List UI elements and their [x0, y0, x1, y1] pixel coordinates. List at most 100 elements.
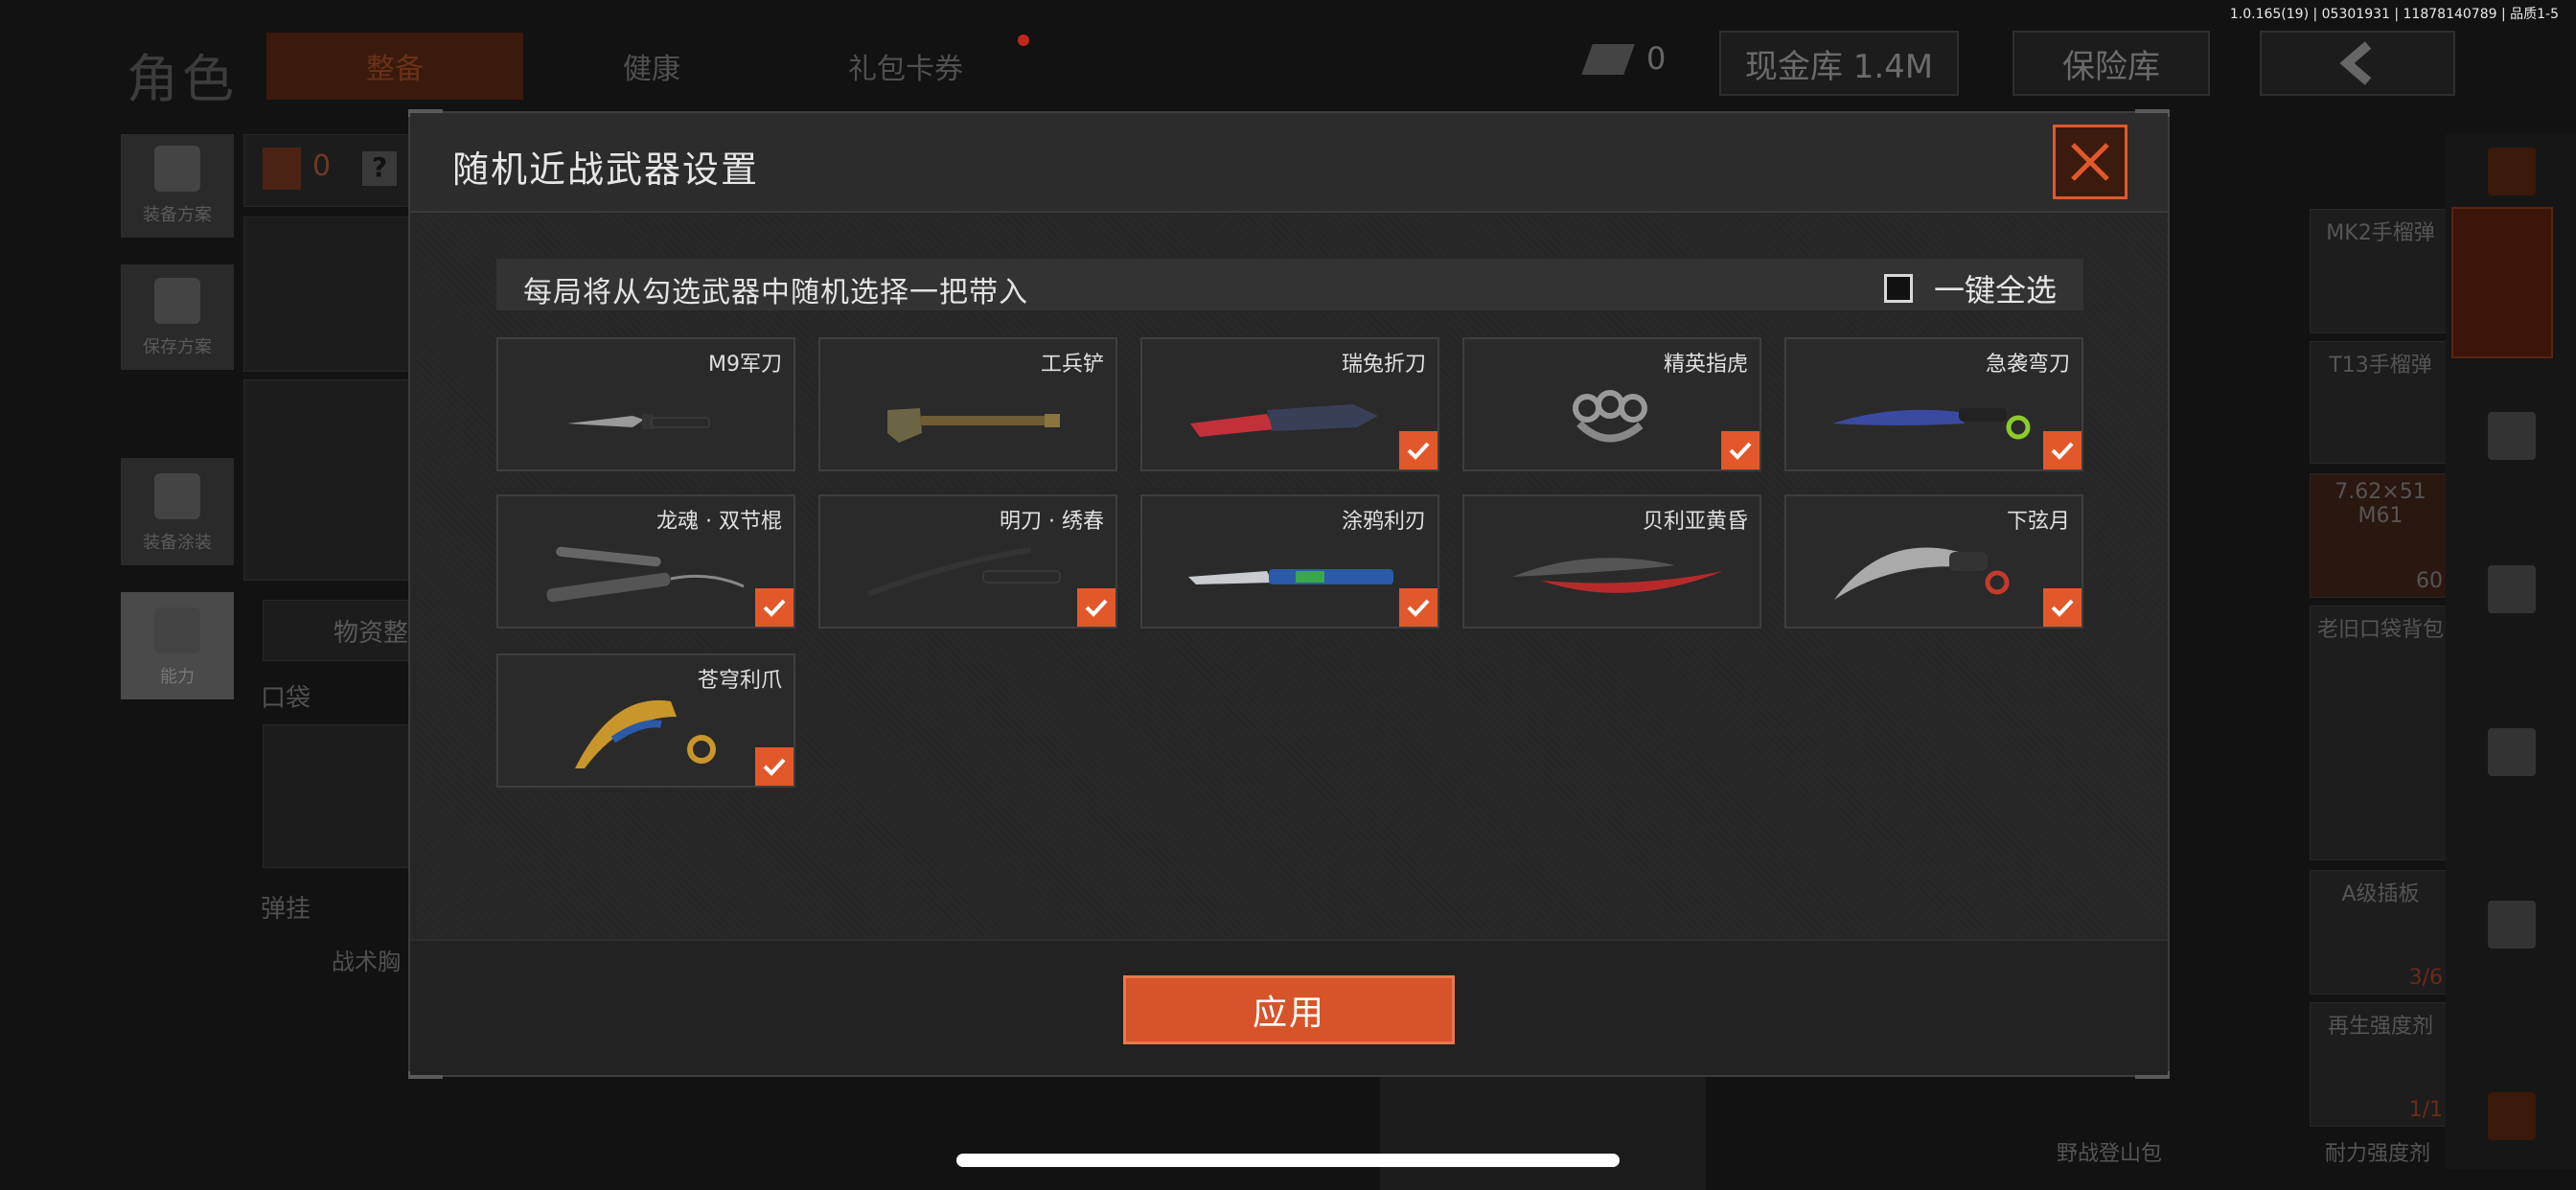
checkmark-icon	[2051, 442, 2074, 460]
weapon-checkbox[interactable]	[1077, 588, 1116, 627]
sling-label: 弹挂	[261, 895, 311, 924]
item-mk2-grenade[interactable]: MK2手榴弹	[2310, 209, 2451, 333]
weapon-checkbox[interactable]	[2043, 588, 2082, 627]
sword-icon	[866, 547, 1061, 597]
checkbox-icon	[1883, 274, 1913, 303]
weapon-checkbox[interactable]	[755, 747, 794, 786]
tactical-label: 战术胸	[332, 949, 401, 975]
tab-gift-cards[interactable]: 礼包卡券	[786, 33, 1025, 100]
ammo-rail-icon[interactable]	[2488, 728, 2536, 776]
select-all-checkbox[interactable]: 一键全选	[1883, 266, 2057, 310]
weapon-card-rabbit-knife[interactable]: 瑞兔折刀	[1140, 337, 1439, 471]
notification-dot	[1018, 34, 1029, 46]
weapon-card-m9[interactable]: M9军刀	[496, 337, 795, 471]
karambit-icon	[1834, 547, 2010, 600]
item-armor-plate-count: 3/6	[2408, 966, 2443, 990]
ability-icon	[154, 607, 200, 653]
checkmark-icon	[1407, 599, 1430, 617]
armor-icon	[263, 148, 301, 190]
tab-equip[interactable]: 整备	[266, 33, 523, 100]
ability-label: 能力	[160, 667, 195, 687]
armor-count: 0	[312, 149, 332, 183]
dialog-title: 随机近战武器设置	[452, 149, 760, 191]
weapon-card-claw[interactable]: 苍穹利爪	[496, 653, 795, 788]
save-plan-label: 保存方案	[143, 337, 212, 357]
item-regen-booster-label: 再生强度剂	[2327, 1015, 2433, 1039]
weapon-checkbox[interactable]	[1399, 431, 1438, 469]
weapon-card-xiuchun[interactable]: 明刀 · 绣春	[818, 494, 1117, 629]
checkmark-icon	[763, 758, 786, 776]
item-armor-plate[interactable]: A级插板 3/6	[2310, 870, 2451, 995]
help-icon[interactable]: ?	[362, 151, 397, 186]
item-regen-booster[interactable]: 再生强度剂 1/1	[2310, 1002, 2451, 1127]
helmet-icon	[154, 473, 200, 519]
folding-knife-icon	[1190, 404, 1378, 437]
safe-box-label: 保险库	[2062, 47, 2160, 86]
weapon-checkbox[interactable]	[755, 588, 794, 627]
weapon-checkbox[interactable]	[1721, 431, 1760, 469]
checkmark-icon	[763, 599, 786, 617]
rifle-rail-icon[interactable]	[2488, 565, 2536, 613]
tab-health[interactable]: 健康	[537, 33, 767, 100]
item-stamina-booster: 耐力强度剂	[2324, 1142, 2430, 1166]
item-t13-grenade[interactable]: T13手榴弹	[2310, 341, 2451, 464]
back-button[interactable]	[2260, 31, 2455, 96]
weapon-card-raid-blade[interactable]: 急袭弯刀	[1784, 337, 2083, 471]
item-armor-plate-label: A级插板	[2341, 882, 2420, 906]
save-plan-button[interactable]: 保存方案	[121, 264, 234, 370]
home-indicator[interactable]	[956, 1154, 1620, 1167]
checkmark-icon	[1729, 442, 1752, 460]
safe-box-button[interactable]: 保险库	[2012, 31, 2210, 96]
weapon-checkbox[interactable]	[2043, 431, 2082, 469]
shovel-icon	[887, 408, 1060, 443]
left-slot-2	[243, 379, 416, 581]
weapon-card-beria[interactable]: 贝利亚黄昏	[1462, 494, 1761, 629]
cash-vault-button[interactable]: 现金库 1.4M	[1719, 31, 1959, 96]
weapon-card-nunchaku[interactable]: 龙魂 · 双节棍	[496, 494, 795, 629]
loadout-plan-button[interactable]: 装备方案	[121, 134, 234, 238]
close-button[interactable]	[2053, 125, 2128, 199]
pocket-label: 口袋	[261, 684, 311, 713]
skin-label: 装备涂装	[143, 533, 212, 553]
item-ammo[interactable]: 7.62×51 M61 60	[2310, 473, 2451, 598]
select-all-label: 一键全选	[1933, 272, 2057, 309]
checkmark-icon	[2051, 599, 2074, 617]
loadout-plan-label: 装备方案	[143, 205, 212, 225]
item-ammo-count: 60	[2416, 569, 2443, 593]
version-info: 1.0.165(19) | 05301931 | 11878140789 | 品…	[2229, 7, 2559, 22]
back-arrow-icon	[2339, 41, 2372, 85]
stack-icon[interactable]	[2488, 148, 2536, 195]
apply-button[interactable]: 应用	[1123, 975, 1455, 1044]
weapon-checkbox[interactable]	[1399, 588, 1438, 627]
item-mk2-grenade-label: MK2手榴弹	[2326, 221, 2435, 245]
item-regen-booster-count: 1/1	[2408, 1098, 2443, 1122]
add-icon[interactable]	[2488, 1092, 2536, 1140]
scope-rail-icon[interactable]	[2488, 901, 2536, 949]
weapon-card-knuckles[interactable]: 精英指虎	[1462, 337, 1761, 471]
weapon-card-crescent[interactable]: 下弦月	[1784, 494, 2083, 629]
weapon-card-shovel[interactable]: 工兵铲	[818, 337, 1117, 471]
right-rail	[2446, 134, 2576, 1169]
helmet-rail-icon[interactable]	[2488, 412, 2536, 460]
supply-tab-label: 物资整	[334, 619, 409, 648]
cash-vault-label: 现金库 1.4M	[1744, 47, 1934, 86]
brass-knuckles-icon	[1573, 390, 1647, 443]
backpack-name: 野战登山包	[2057, 1142, 2163, 1166]
checkmark-icon	[1407, 442, 1430, 460]
character-preview	[1380, 1077, 1706, 1190]
item-t13-grenade-label: T13手榴弹	[2329, 354, 2432, 378]
instruction-text: 每局将从勾选武器中随机选择一把带入	[523, 276, 1028, 309]
pocket-slot	[263, 724, 416, 868]
close-icon	[2071, 143, 2109, 181]
item-backpack-label: 老旧口袋背包	[2316, 618, 2444, 642]
left-slot-1	[243, 217, 416, 372]
weapon-card-graffiti[interactable]: 涂鸦利刃	[1140, 494, 1439, 629]
ability-button[interactable]: 能力	[121, 592, 234, 699]
item-backpack[interactable]: 老旧口袋背包	[2310, 606, 2451, 860]
rail-tab-active[interactable]	[2451, 207, 2553, 358]
dialog-footer: 应用	[410, 939, 2168, 1075]
dialog-header: 随机近战武器设置	[410, 113, 2168, 213]
cash-count: 0	[1646, 40, 1667, 77]
cash-icon	[1581, 44, 1635, 75]
skin-button[interactable]: 装备涂装	[121, 458, 234, 565]
